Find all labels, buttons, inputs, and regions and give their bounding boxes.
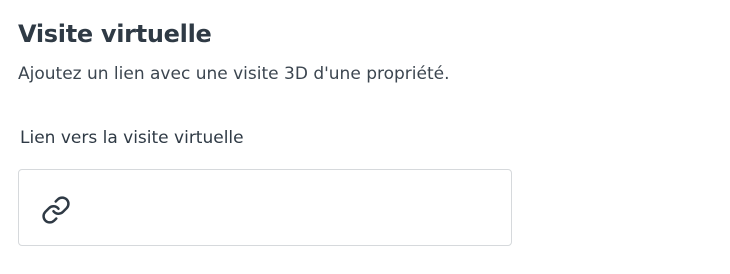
section-description: Ajoutez un lien avec une visite 3D d'une… — [18, 64, 450, 84]
virtual-tour-link-label: Lien vers la visite virtuelle — [20, 128, 244, 148]
link-icon — [41, 195, 71, 225]
section-title: Visite virtuelle — [18, 20, 212, 48]
virtual-tour-link-field[interactable] — [18, 169, 512, 246]
virtual-tour-link-input[interactable] — [83, 170, 503, 245]
